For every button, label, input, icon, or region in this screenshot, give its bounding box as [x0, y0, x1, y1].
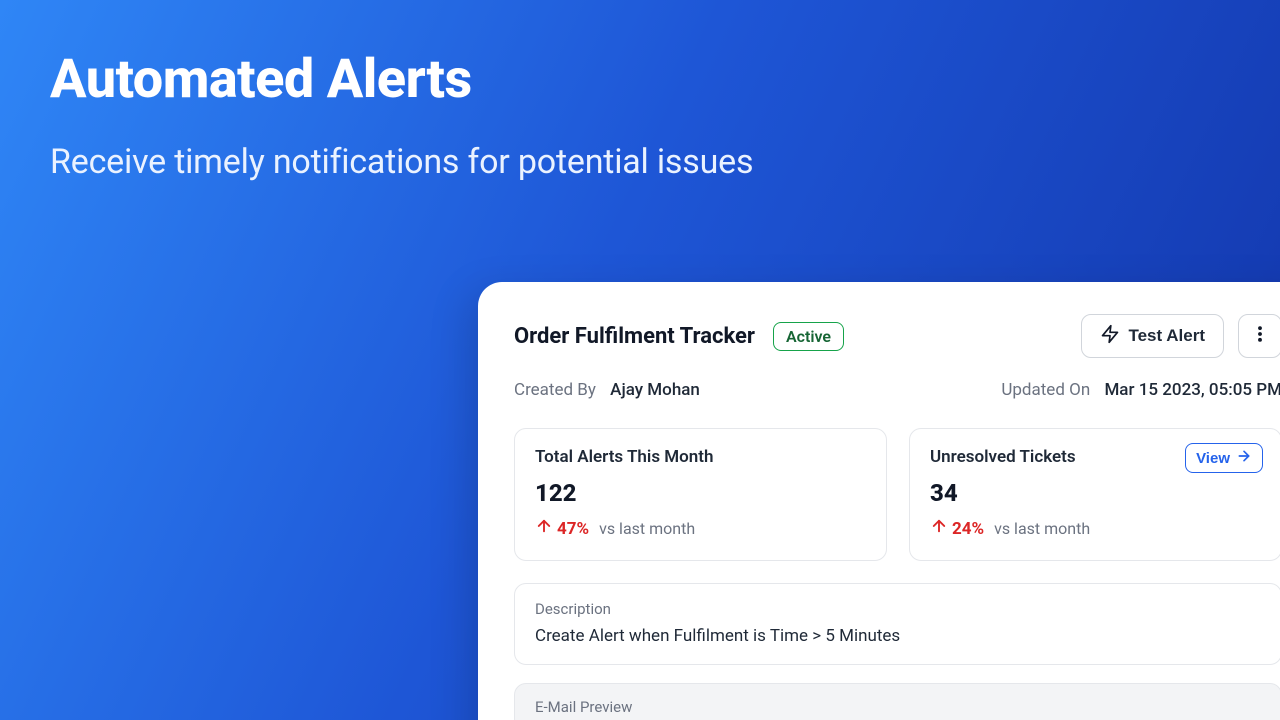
view-label: View — [1196, 450, 1230, 467]
stat-card-total-alerts: Total Alerts This Month 122 47% vs last … — [514, 428, 887, 561]
updated-on-label: Updated On — [1001, 380, 1090, 400]
created-by-label: Created By — [514, 380, 596, 400]
alert-title: Order Fulfilment Tracker — [514, 324, 755, 349]
test-alert-button[interactable]: Test Alert — [1081, 314, 1224, 358]
view-button[interactable]: View — [1185, 443, 1263, 473]
email-preview-label: E-Mail Preview — [535, 698, 1261, 716]
stat-delta: 24% — [930, 517, 984, 540]
more-vertical-icon — [1250, 324, 1270, 349]
hero-subtitle: Receive timely notifications for potenti… — [50, 142, 753, 182]
test-alert-label: Test Alert — [1128, 326, 1205, 346]
description-text: Create Alert when Fulfilment is Time > 5… — [535, 626, 1261, 646]
stat-delta-note: vs last month — [994, 519, 1090, 538]
arrow-right-icon — [1236, 448, 1252, 468]
description-card: Description Create Alert when Fulfilment… — [514, 583, 1280, 665]
email-preview-card: E-Mail Preview — [514, 683, 1280, 720]
stat-value: 122 — [535, 479, 866, 507]
arrow-up-icon — [930, 517, 948, 540]
arrow-up-icon — [535, 517, 553, 540]
updated-on-value: Mar 15 2023, 05:05 PM — [1104, 380, 1280, 400]
bolt-icon — [1100, 324, 1120, 349]
description-label: Description — [535, 600, 1261, 618]
updated-on: Updated On Mar 15 2023, 05:05 PM — [1001, 380, 1280, 400]
stat-delta-note: vs last month — [599, 519, 695, 538]
created-by-value: Ajay Mohan — [610, 380, 700, 400]
page-background: Automated Alerts Receive timely notifica… — [0, 0, 1280, 720]
more-menu-button[interactable] — [1238, 314, 1280, 358]
stat-card-unresolved-tickets: View Unresolved Tickets 34 24% vs last m… — [909, 428, 1280, 561]
stat-title: Total Alerts This Month — [535, 447, 866, 467]
created-by: Created By Ajay Mohan — [514, 380, 700, 400]
status-badge: Active — [773, 322, 844, 351]
stat-value: 34 — [930, 479, 1261, 507]
stat-delta: 47% — [535, 517, 589, 540]
hero-title: Automated Alerts — [50, 48, 472, 111]
alert-detail-panel: Order Fulfilment Tracker Active Test Ale… — [478, 282, 1280, 720]
